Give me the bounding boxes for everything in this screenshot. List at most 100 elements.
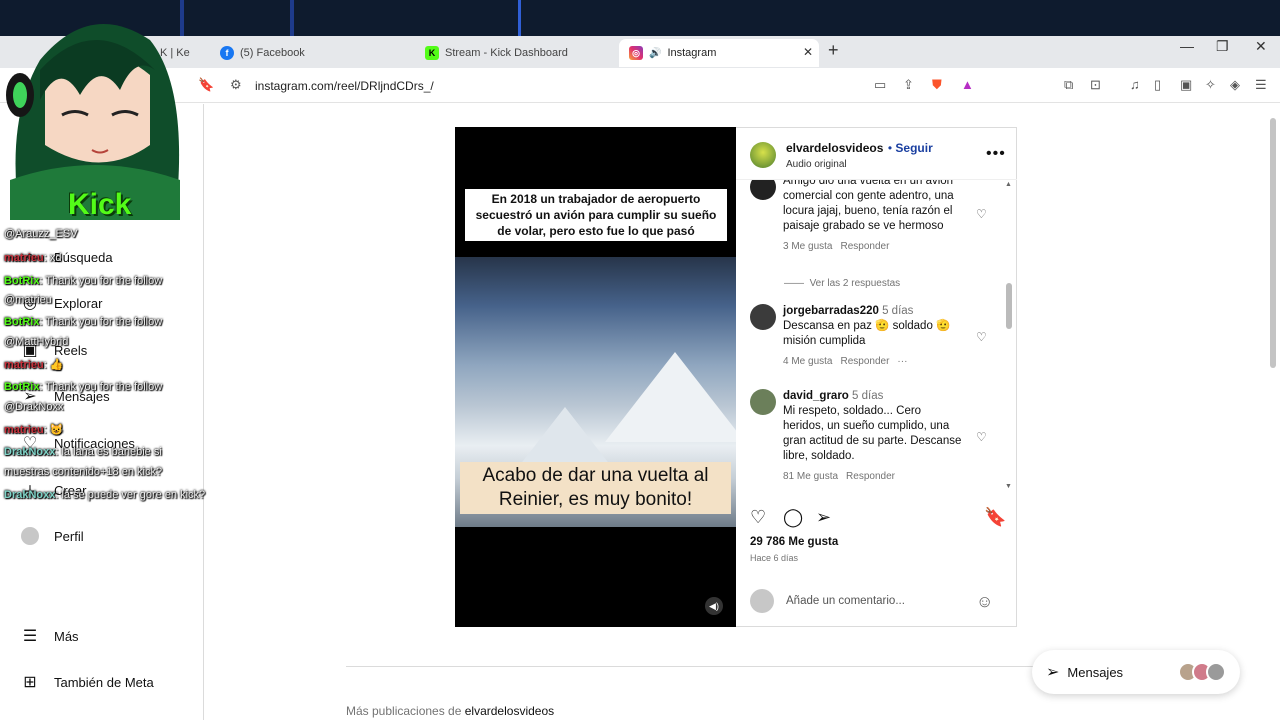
post-side-panel: elvardelosvideos • Seguir Audio original… xyxy=(736,127,1017,627)
follow-button[interactable]: Seguir xyxy=(895,141,932,155)
sidebar-item-label: Explorar xyxy=(54,295,103,311)
tab-kick-dashboard[interactable]: K Stream - Kick Dashboard xyxy=(415,39,615,67)
view-replies-button[interactable]: —— Ver las 2 respuestas xyxy=(784,278,900,289)
profile-icon xyxy=(20,526,40,546)
messages-button[interactable]: ➢ Mensajes xyxy=(1032,650,1240,694)
stream-background xyxy=(0,0,1280,36)
comment-likes[interactable]: 4 Me gusta xyxy=(783,356,832,367)
scroll-down-icon[interactable]: ▼ xyxy=(1005,483,1012,490)
sidebar-toggle-icon[interactable]: ▯ xyxy=(1154,77,1161,93)
close-window-icon[interactable]: ✕ xyxy=(1255,38,1267,55)
tab-instagram[interactable]: ◎ 🔊 Instagram ✕ xyxy=(619,39,819,67)
comment-likes[interactable]: 3 Me gusta xyxy=(783,241,832,252)
tab-label: Stream - Kick Dashboard xyxy=(445,47,568,59)
add-comment-row: Añade un comentario... xyxy=(750,589,905,613)
share-send-icon[interactable]: ➢ xyxy=(816,507,831,528)
facebook-icon: f xyxy=(220,46,234,60)
chat-line: matrieu: xd xyxy=(4,252,62,264)
chat-line: @matrieu xyxy=(4,294,52,306)
more-options-icon[interactable]: ••• xyxy=(986,145,1006,163)
tab-facebook[interactable]: f (5) Facebook xyxy=(210,39,410,67)
browser-menu-icon[interactable]: ☰ xyxy=(1255,77,1267,93)
chat-line: BotRix: Thank you for the follow xyxy=(4,275,163,287)
sidebar-item-more[interactable]: ☰ Más xyxy=(20,626,79,646)
commenter-avatar[interactable] xyxy=(750,304,776,330)
chat-line: DrakNoxx: la se puede ver gore en kick? xyxy=(4,489,206,501)
commenter-avatar[interactable] xyxy=(750,180,776,200)
page-scrollbar[interactable] xyxy=(1270,118,1276,368)
comment-like-icon[interactable]: ♡ xyxy=(976,430,987,444)
save-bookmark-icon[interactable]: 🔖 xyxy=(984,507,1006,528)
post-actions: ♡ ◯ ➢ 🔖 xyxy=(750,507,1006,531)
comment-bubble-icon[interactable]: ◯ xyxy=(783,507,803,528)
chat-line: BotRix: Thank you for the follow xyxy=(4,316,163,328)
sidebar-item-label: Perfil xyxy=(54,528,84,544)
emoji-icon[interactable]: ☺ xyxy=(976,592,993,612)
comment-date: 5 días xyxy=(852,390,884,402)
comment-text: Mi respeto, soldado... Cero heridos, un … xyxy=(783,405,962,462)
maximize-icon[interactable]: ❐ xyxy=(1216,38,1229,55)
like-count[interactable]: 29 786 Me gusta xyxy=(750,536,838,548)
speaker-icon: 🔊 xyxy=(649,47,662,59)
sidebar-item-label: Búsqueda xyxy=(54,249,113,265)
media-icon[interactable]: ♫ xyxy=(1130,77,1140,92)
comment-like-icon[interactable]: ♡ xyxy=(976,207,987,221)
close-tab-icon[interactable]: ✕ xyxy=(803,45,813,59)
extensions-icon[interactable]: ⧉ xyxy=(1064,77,1073,93)
kick-logo: Kick xyxy=(68,188,132,221)
vpn-icon[interactable]: ◈ xyxy=(1230,77,1240,93)
chat-line: @MattHybrid xyxy=(4,336,69,348)
comment-likes[interactable]: 81 Me gusta xyxy=(783,471,838,482)
vtuber-avatar-overlay xyxy=(6,24,180,220)
kick-icon: K xyxy=(425,46,439,60)
chat-line: @Arauzz_ESV xyxy=(4,228,78,240)
minimize-icon[interactable]: — xyxy=(1180,38,1194,54)
author-avatar[interactable] xyxy=(750,141,776,168)
tab-label: Instagram xyxy=(667,47,717,59)
reel-video[interactable]: En 2018 un trabajador de aeropuerto secu… xyxy=(455,127,736,627)
tab-search-icon[interactable]: ⊡ xyxy=(1090,77,1101,93)
divider xyxy=(346,666,1046,667)
commenter-avatar[interactable] xyxy=(750,389,776,415)
sidebar-item-label: Más xyxy=(54,628,79,644)
bookmark-icon[interactable]: 🔖 xyxy=(198,77,214,93)
comment-text: Descansa en paz 🫡 soldado 🫡 misión cumpl… xyxy=(783,320,951,347)
more-publications-user[interactable]: elvardelosvideos xyxy=(465,704,554,718)
screen: K | Ke f (5) Facebook K Stream - Kick Da… xyxy=(0,0,1280,720)
comment-username[interactable]: jorgebarradas220 xyxy=(783,305,879,317)
comment-date: 5 días xyxy=(882,305,914,317)
messages-label: Mensajes xyxy=(1067,664,1124,680)
comment-username[interactable]: david_graro xyxy=(783,390,849,402)
site-info-icon[interactable]: ⚙ xyxy=(230,77,242,93)
current-user-avatar xyxy=(750,589,774,613)
url-field[interactable]: instagram.com/reel/DRljndCDrs_/ xyxy=(255,79,434,93)
post-time: Hace 6 días xyxy=(750,553,799,563)
chat-line: matrieu: 😺 xyxy=(4,424,64,436)
sidebar-item-profile[interactable]: Perfil xyxy=(20,526,84,546)
wallet-icon[interactable]: ▣ xyxy=(1180,77,1192,93)
add-comment-input[interactable]: Añade un comentario... xyxy=(786,595,905,607)
audio-label[interactable]: Audio original xyxy=(786,159,933,170)
reply-button[interactable]: Responder xyxy=(846,471,895,482)
author-username[interactable]: elvardelosvideos xyxy=(786,141,883,155)
chat-line: BotRix: Thank you for the follow xyxy=(4,381,163,393)
cast-icon[interactable]: ▭ xyxy=(874,77,886,93)
brave-rewards-icon[interactable]: ▲ xyxy=(961,77,974,92)
leo-ai-icon[interactable]: ✧ xyxy=(1205,77,1216,93)
brave-shield-icon[interactable]: ⛊ xyxy=(932,77,942,93)
chat-line: @DrakNoxx xyxy=(4,401,64,413)
sidebar-item-also-from-meta[interactable]: ⊞ También de Meta xyxy=(20,672,153,692)
volume-icon[interactable]: ◀) xyxy=(705,597,723,615)
share-icon[interactable]: ⇪ xyxy=(903,77,914,93)
comment-options-icon[interactable]: ··· xyxy=(897,356,907,367)
scroll-up-icon[interactable]: ▲ xyxy=(1005,181,1012,188)
new-tab-button[interactable]: + xyxy=(828,40,839,61)
reply-button[interactable]: Responder xyxy=(840,356,889,367)
like-heart-icon[interactable]: ♡ xyxy=(750,507,766,528)
chat-line: muestras contenido+18 en kick? xyxy=(4,466,163,478)
scrollbar-thumb[interactable] xyxy=(1006,283,1012,329)
comment-like-icon[interactable]: ♡ xyxy=(976,330,987,344)
comments-scrollbar[interactable]: ▲ ▼ xyxy=(1005,181,1012,491)
more-publications-heading: Más publicaciones de elvardelosvideos xyxy=(346,704,555,718)
reply-button[interactable]: Responder xyxy=(840,241,889,252)
